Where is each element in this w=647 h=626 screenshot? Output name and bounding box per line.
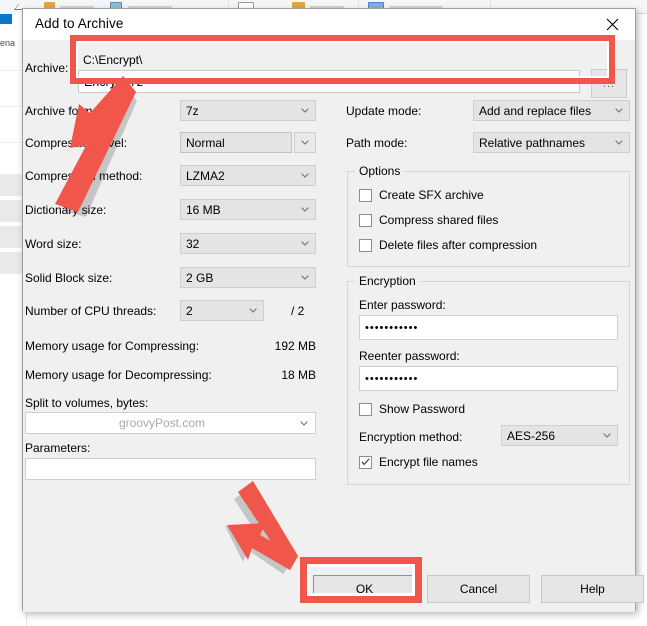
encryption-group-title: Encryption — [355, 274, 420, 288]
split-volumes-combobox[interactable]: groovyPost.com — [25, 412, 316, 434]
encryption-method-label: Encryption method: — [359, 430, 463, 444]
compress-shared-checkbox[interactable]: Compress shared files — [359, 213, 498, 227]
cpu-threads-label: Number of CPU threads: — [25, 304, 157, 318]
explorer-item-text: ena — [0, 38, 16, 48]
show-password-label: Show Password — [379, 402, 466, 416]
delete-after-label: Delete files after compression — [379, 238, 538, 252]
solid-block-size-combobox[interactable]: 2 GB — [180, 267, 316, 288]
compression-level-value-wrap[interactable]: Normal — [180, 132, 292, 153]
memory-compress-label: Memory usage for Compressing: — [25, 339, 200, 353]
chevron-down-icon[interactable] — [609, 108, 629, 113]
help-button[interactable]: Help — [541, 575, 644, 603]
reenter-password-input[interactable]: ••••••••••• — [359, 366, 618, 391]
archive-path-control: C:\Encrypt\ Encrypt.7z — [78, 50, 580, 95]
ok-button[interactable]: OK — [313, 575, 416, 603]
path-mode-combobox[interactable]: Relative pathnames — [473, 132, 630, 153]
memory-decompress-value: 18 MB — [281, 368, 316, 382]
explorer-selected-item — [0, 14, 12, 24]
chevron-down-icon[interactable] — [293, 420, 315, 426]
encryption-method-value: AES-256 — [507, 428, 556, 443]
archive-format-label: Archive format: — [25, 104, 106, 118]
chevron-down-icon[interactable] — [294, 132, 316, 153]
dictionary-size-combobox[interactable]: 16 MB — [180, 199, 316, 220]
archive-format-value: 7z — [186, 103, 199, 118]
chevron-down-icon[interactable] — [555, 79, 579, 84]
create-sfx-checkbox[interactable]: Create SFX archive — [359, 188, 484, 202]
create-sfx-label: Create SFX archive — [379, 188, 484, 202]
checkbox-box[interactable] — [359, 213, 372, 227]
enter-password-label: Enter password: — [359, 298, 446, 312]
dialog-title: Add to Archive — [35, 16, 124, 31]
checkbox-box[interactable] — [359, 455, 372, 469]
compression-method-combobox[interactable]: LZMA2 — [180, 165, 316, 186]
word-size-value: 32 — [186, 236, 200, 251]
path-mode-label: Path mode: — [346, 136, 408, 150]
check-icon — [361, 458, 370, 466]
cpu-threads-combobox[interactable]: 2 — [180, 300, 264, 321]
path-mode-value: Relative pathnames — [479, 135, 586, 150]
archive-filename-combobox[interactable]: Encrypt.7z — [78, 70, 580, 93]
cpu-threads-value: 2 — [186, 303, 193, 318]
checkbox-box[interactable] — [359, 402, 372, 416]
word-size-combobox[interactable]: 32 — [180, 233, 316, 254]
dialog-title-bar: Add to Archive — [23, 9, 635, 40]
chevron-down-icon[interactable] — [295, 207, 315, 212]
archive-path-text: C:\Encrypt\ — [83, 53, 143, 67]
browse-button[interactable]: ... — [591, 69, 627, 98]
show-password-checkbox[interactable]: Show Password — [359, 402, 465, 416]
archive-filename-value: Encrypt.7z — [84, 74, 144, 89]
parameters-label: Parameters: — [25, 441, 91, 455]
dictionary-size-label: Dictionary size: — [25, 203, 107, 217]
dictionary-size-value: 16 MB — [186, 202, 221, 217]
reenter-password-label: Reenter password: — [359, 349, 460, 363]
cpu-threads-total: / 2 — [291, 304, 305, 318]
compression-level-combobox[interactable]: Normal — [180, 132, 316, 153]
encryption-method-combobox[interactable]: AES-256 — [501, 425, 618, 446]
update-mode-combobox[interactable]: Add and replace files — [473, 100, 630, 121]
compression-method-label: Compression method: — [25, 169, 143, 183]
chevron-down-icon[interactable] — [295, 173, 315, 178]
chevron-down-icon[interactable] — [295, 108, 315, 113]
word-size-label: Word size: — [25, 237, 82, 251]
archive-label: Archive: — [25, 61, 69, 75]
enter-password-value: ••••••••••• — [365, 321, 419, 334]
compress-shared-label: Compress shared files — [379, 213, 499, 227]
encrypt-file-names-checkbox[interactable]: Encrypt file names — [359, 455, 478, 469]
split-volumes-placeholder: groovyPost.com — [118, 416, 206, 430]
solid-block-size-label: Solid Block size: — [25, 271, 113, 285]
chevron-down-icon[interactable] — [295, 275, 315, 280]
update-mode-value: Add and replace files — [479, 103, 592, 118]
compression-method-value: LZMA2 — [186, 168, 225, 183]
chevron-down-icon[interactable] — [243, 308, 263, 313]
cancel-button[interactable]: Cancel — [427, 575, 530, 603]
memory-decompress-label: Memory usage for Decompressing: — [25, 368, 212, 382]
chevron-down-icon[interactable] — [295, 241, 315, 246]
update-mode-label: Update mode: — [346, 104, 422, 118]
archive-format-combobox[interactable]: 7z — [180, 100, 316, 121]
close-icon[interactable] — [590, 9, 635, 39]
checkbox-box[interactable] — [359, 188, 372, 202]
reenter-password-value: ••••••••••• — [365, 372, 419, 385]
checkbox-box[interactable] — [359, 238, 372, 252]
compression-level-value: Normal — [186, 135, 225, 150]
add-to-archive-dialog: Add to Archive Archive: C:\Encrypt\ Encr… — [22, 8, 644, 612]
memory-compress-value: 192 MB — [274, 339, 316, 353]
delete-after-checkbox[interactable]: Delete files after compression — [359, 238, 537, 252]
parameters-input[interactable] — [25, 458, 316, 480]
solid-block-size-value: 2 GB — [186, 270, 214, 285]
chevron-down-icon[interactable] — [597, 433, 617, 438]
dialog-body: Archive: C:\Encrypt\ Encrypt.7z ... Arch… — [23, 40, 644, 612]
options-group-title: Options — [355, 164, 405, 178]
split-volumes-label: Split to volumes, bytes: — [25, 396, 149, 410]
enter-password-input[interactable]: ••••••••••• — [359, 315, 618, 340]
chevron-down-icon[interactable] — [609, 140, 629, 145]
encrypt-file-names-label: Encrypt file names — [379, 455, 478, 469]
compression-level-label: Compression level: — [25, 136, 128, 150]
